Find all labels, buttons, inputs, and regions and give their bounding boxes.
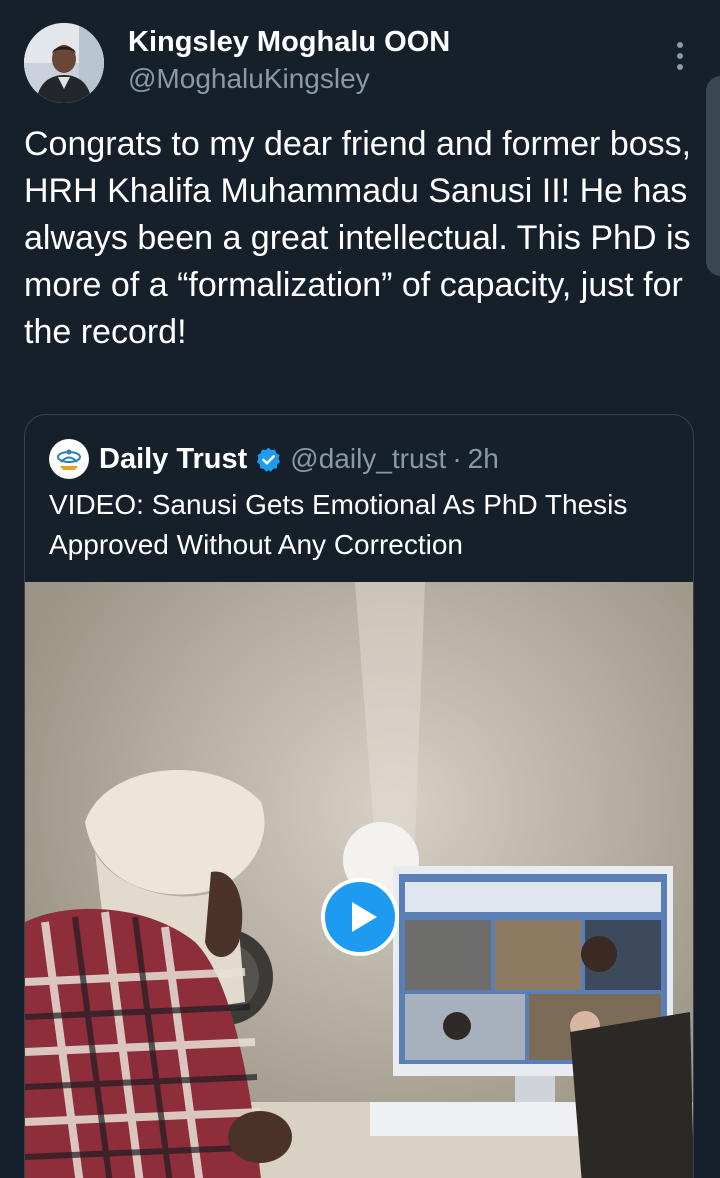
- scrollbar-thumb[interactable]: [706, 76, 720, 276]
- quoted-author-avatar[interactable]: [49, 439, 89, 479]
- quoted-author-name[interactable]: Daily Trust: [99, 443, 247, 476]
- quoted-tweet-header: Daily Trust @daily_trust · 2h: [49, 439, 499, 479]
- author-display-name[interactable]: Kingsley Moghalu OON: [128, 24, 450, 60]
- tweet-view: Kingsley Moghalu OON @MoghaluKingsley Co…: [0, 0, 720, 1178]
- profile-photo: [24, 23, 104, 103]
- author-avatar[interactable]: [24, 23, 104, 103]
- video-thumbnail[interactable]: [25, 582, 693, 1178]
- daily-trust-logo-icon: [53, 443, 85, 475]
- play-icon[interactable]: [321, 878, 399, 956]
- tweet-text: Congrats to my dear friend and former bo…: [24, 125, 692, 351]
- quoted-tweet-card[interactable]: Daily Trust @daily_trust · 2h VIDEO: San…: [24, 414, 694, 1178]
- more-options-icon-dot: [677, 64, 683, 70]
- quoted-tweet-timestamp[interactable]: 2h: [468, 443, 499, 475]
- quoted-tweet-text: VIDEO: Sanusi Gets Emotional As PhD Thes…: [49, 489, 628, 560]
- more-options-icon: [677, 42, 683, 48]
- more-options-icon-dot: [677, 53, 683, 59]
- verified-badge-icon: [257, 447, 281, 472]
- header-separator: ·: [452, 443, 462, 474]
- author-handle[interactable]: @MoghaluKingsley: [128, 62, 370, 96]
- quoted-author-handle[interactable]: @daily_trust: [290, 443, 446, 475]
- more-options-button[interactable]: [664, 36, 696, 76]
